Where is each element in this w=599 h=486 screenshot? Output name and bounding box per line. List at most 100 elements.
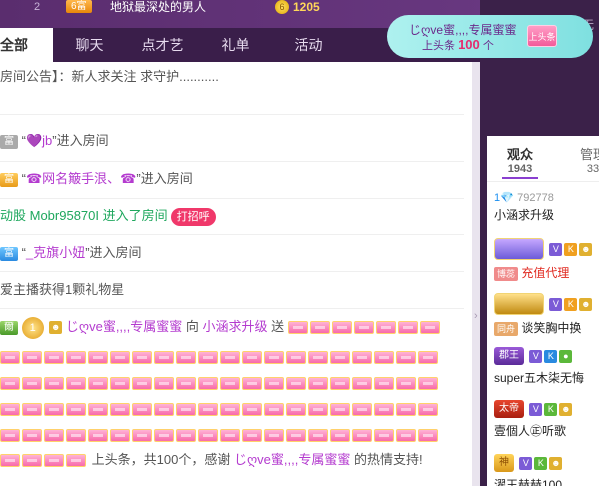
rank-number: 2 [34, 1, 41, 13]
viewer-name: 小涵求升级 [494, 208, 555, 222]
gift-icons [287, 319, 442, 335]
gift-icon [22, 429, 42, 443]
viewer-item[interactable]: 神 V K ☻ 濯王赫赫100 [494, 454, 599, 486]
chevron-right-icon[interactable]: › [474, 310, 478, 322]
gift-icon [330, 403, 350, 417]
gift-icon [286, 429, 306, 443]
viewer-item[interactable]: 郡王 V K ● super五木柒无悔 [494, 347, 599, 386]
gift-icon [66, 429, 86, 443]
viewer-name: 同舟 谈笑胸中换 [494, 319, 599, 336]
gift-icon [220, 377, 240, 391]
gift-icon [154, 403, 174, 417]
rank-crown-badge: 郡王 [494, 347, 524, 365]
gift-icon [396, 429, 416, 443]
diamond-icon: 1💎 [494, 192, 514, 204]
thanks-message: 上头条，共100个，感谢 じღve蜜,,,,专属蜜蜜 的热情支持! [0, 449, 423, 471]
gift-icon [264, 429, 284, 443]
rank-crown-badge: 太帝 [494, 400, 524, 418]
gift-icon [308, 403, 328, 417]
gift-icon [154, 351, 174, 365]
gift-icon [44, 454, 64, 468]
gift-icon [88, 377, 108, 391]
user-icon: ☻ [579, 242, 593, 256]
tab-admins[interactable]: 管理33 [573, 144, 599, 175]
gift-receiver-link[interactable]: 小涵求升级 [203, 319, 268, 334]
user-icon: ☻ [49, 321, 63, 335]
headline-promo-banner[interactable]: じღve蜜,,,,专属蜜蜜 上头条 100 个 上头条 [387, 15, 593, 58]
tab-request-talent[interactable]: 点才艺 [126, 28, 199, 62]
tab-gift-list[interactable]: 礼单 [199, 28, 272, 62]
avatar-frame-icon [494, 238, 544, 260]
v-icon: V [549, 297, 563, 311]
v-icon: V [549, 242, 563, 256]
ranked-user-name[interactable]: 地狱最深处的男人 [110, 0, 206, 14]
user-link[interactable]: 💜jb [26, 133, 52, 148]
gift-icon [66, 351, 86, 365]
gift-icon [198, 403, 218, 417]
gift-icon [110, 403, 130, 417]
gift-icon [22, 454, 42, 468]
gift-icon [0, 377, 20, 391]
level-badge: 富 [0, 134, 18, 149]
gift-icon [132, 403, 152, 417]
v-icon: V [529, 402, 543, 416]
k-icon: K [564, 242, 578, 256]
viewer-item[interactable]: 太帝 V K ☻ 壹個人㊣听歌 [494, 400, 599, 439]
chat-message: 富 “☎网名簸手泿、☎”进入房间 [0, 168, 193, 190]
chat-message: 富 “💜jb”进入房间 [0, 130, 109, 152]
gift-icon-row [0, 402, 440, 417]
user-link[interactable]: ☎网名簸手泿、☎ [26, 171, 136, 186]
thanks-user-link[interactable]: じღve蜜,,,,专属蜜蜜 [234, 452, 350, 467]
gift-icon [110, 377, 130, 391]
gift-icon [352, 403, 372, 417]
gift-icon [22, 351, 42, 365]
gift-icon [286, 403, 306, 417]
user-link[interactable]: _克旗小妞 [26, 245, 85, 260]
gift-icon [88, 429, 108, 443]
viewer-item[interactable]: V K ☻ 同舟 谈笑胸中换 [494, 293, 599, 336]
gift-icon [396, 403, 416, 417]
gift-icon [198, 377, 218, 391]
gift-icon [287, 321, 308, 335]
gift-icon [309, 321, 330, 335]
gift-icon [242, 377, 262, 391]
gift-icon-row [0, 428, 440, 443]
viewer-item[interactable]: 1💎 792778 小涵求升级 [494, 190, 599, 223]
gift-icon [418, 429, 438, 443]
level-icon: ● [559, 349, 573, 363]
k-icon: K [544, 349, 558, 363]
coin-icon: 6 [275, 0, 289, 14]
gift-icon-row [0, 376, 440, 391]
chat-message: 爱主播获得1颗礼物星 [0, 282, 125, 297]
viewer-item[interactable]: V K ☻ 博蕊 充值代理 [494, 238, 599, 281]
gift-icon [0, 454, 20, 468]
gift-icon [375, 321, 396, 335]
gift-icon [242, 351, 262, 365]
gift-icon [44, 377, 64, 391]
gift-icon [308, 351, 328, 365]
tab-all[interactable]: 全部 [0, 28, 53, 62]
gift-icon [88, 403, 108, 417]
tab-events[interactable]: 活动 [272, 28, 345, 62]
gift-icon [198, 351, 218, 365]
gift-icon [176, 351, 196, 365]
gift-icon [264, 403, 284, 417]
gift-icon [330, 377, 350, 391]
scroll-track[interactable] [480, 62, 487, 486]
gift-icon [66, 377, 86, 391]
tab-audience[interactable]: 观众 1943 [495, 144, 545, 179]
gift-icon [22, 403, 42, 417]
gift-icon [132, 429, 152, 443]
gift-sender-link[interactable]: じღve蜜,,,,专属蜜蜜 [66, 319, 182, 334]
level-badge: 爾 [0, 320, 18, 335]
greet-button[interactable]: 打招呼 [170, 207, 216, 226]
user-icon: ☻ [559, 402, 573, 416]
gift-icon [418, 403, 438, 417]
gift-icon [44, 403, 64, 417]
fortune-level-badge: 6富 [66, 0, 92, 13]
gift-icon [308, 429, 328, 443]
gift-icon [66, 403, 86, 417]
tab-chat[interactable]: 聊天 [53, 28, 126, 62]
coin-value: 1205 [293, 0, 320, 14]
panel-collapse-handle[interactable] [472, 62, 480, 486]
